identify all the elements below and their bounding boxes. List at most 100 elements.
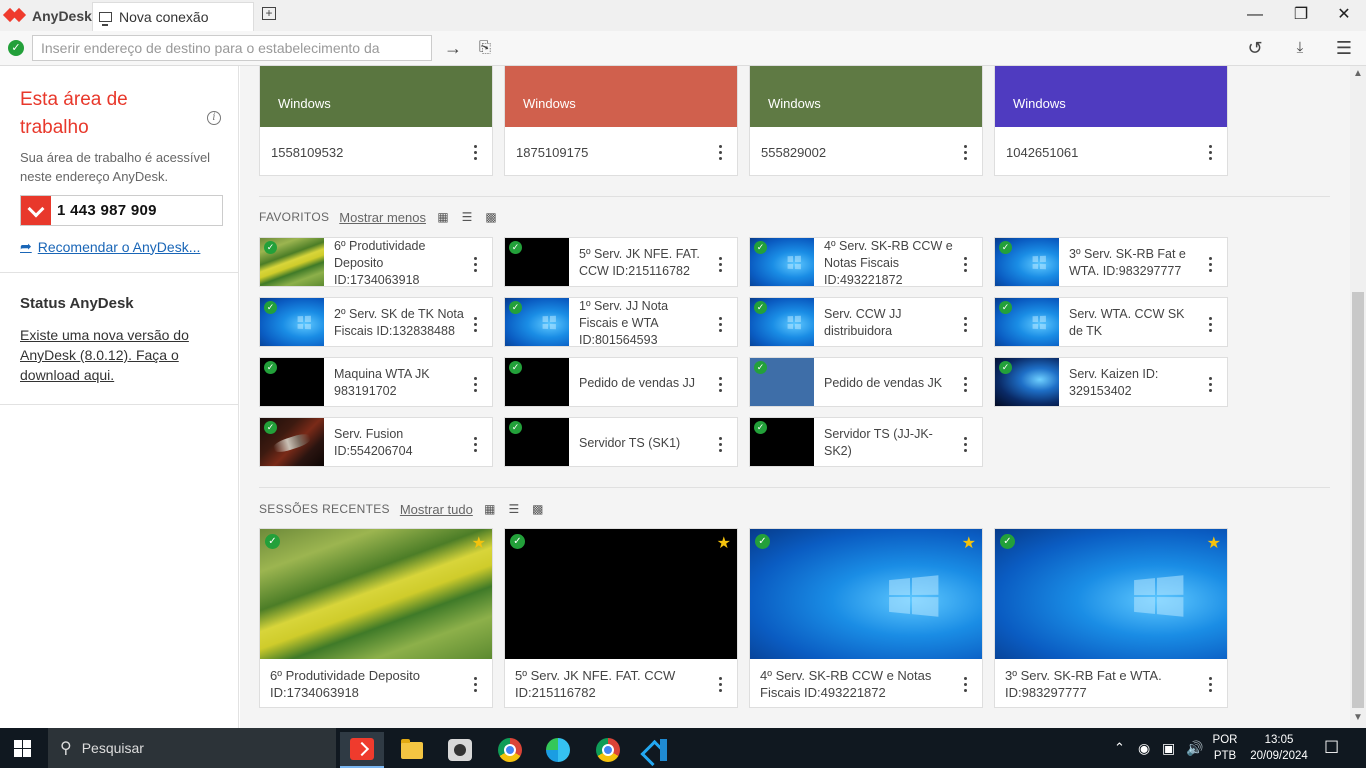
more-options-icon[interactable] (717, 145, 723, 163)
anydesk-taskbar-icon[interactable] (340, 732, 384, 768)
chrome-icon[interactable] (586, 732, 630, 768)
file-explorer-icon[interactable] (390, 732, 434, 768)
favorite-item[interactable]: ✓ Servidor TS (SK1) (504, 417, 738, 467)
more-options-icon[interactable] (1207, 145, 1213, 163)
more-options-icon[interactable] (1207, 317, 1213, 335)
favorite-star-icon[interactable]: ★ (717, 533, 731, 553)
more-options-icon[interactable] (962, 317, 968, 335)
more-options-icon[interactable] (717, 377, 723, 395)
close-button[interactable]: ✕ (1321, 4, 1366, 26)
favorite-item[interactable]: ✓ 4º Serv. SK-RB CCW e Notas Fiscais ID:4… (749, 237, 983, 287)
vscode-icon[interactable] (634, 732, 678, 768)
more-options-icon[interactable] (717, 257, 723, 275)
favorite-item[interactable]: ✓ Serv. Kaizen ID: 329153402 (994, 357, 1228, 407)
more-options-icon[interactable] (1207, 257, 1213, 275)
favorite-item[interactable]: ✓ Serv. CCW JJ distribuidora (749, 297, 983, 347)
update-link[interactable]: Existe uma nova versão do AnyDesk (8.0.1… (20, 325, 210, 385)
clock[interactable]: 13:05 20/09/2024 (1244, 732, 1314, 764)
more-options-icon[interactable] (472, 437, 478, 455)
favorite-item[interactable]: ✓ 1º Serv. JJ Nota Fiscais e WTA ID:80156… (504, 297, 738, 347)
network-icon[interactable]: ▣ (1162, 728, 1175, 768)
scroll-down-icon[interactable]: ▼ (1350, 712, 1366, 726)
tile-view-icon[interactable]: ▩ (531, 502, 545, 516)
favorite-item[interactable]: ✓ Serv. WTA. CCW SK de TK (994, 297, 1228, 347)
menu-icon[interactable]: ☰ (1333, 37, 1355, 59)
list-view-icon[interactable]: ☰ (460, 210, 474, 224)
favorite-item[interactable]: ✓ Servidor TS (JJ-JK-SK2) (749, 417, 983, 467)
favorite-star-icon[interactable]: ★ (962, 533, 976, 553)
info-icon[interactable]: i (207, 111, 221, 125)
download-icon[interactable]: ⤓ (1289, 37, 1311, 59)
recent-toggle-link[interactable]: Mostrar tudo (400, 502, 473, 517)
language-indicator[interactable]: POR PTB (1210, 732, 1240, 764)
recent-session-card[interactable]: ✓ ★ 4º Serv. SK-RB CCW e Notas Fiscais ID:… (749, 528, 983, 708)
favorite-item[interactable]: ✓ 2º Serv. SK de TK Nota Fiscais ID:13283… (259, 297, 493, 347)
file-transfer-icon[interactable]: ⎘ (474, 37, 496, 59)
notifications-icon[interactable]: ☐ (1324, 728, 1339, 768)
more-options-icon[interactable] (962, 677, 968, 695)
scroll-thumb[interactable] (1352, 292, 1364, 708)
history-icon[interactable]: ↺ (1244, 37, 1266, 59)
volume-icon[interactable]: 🔊 (1186, 728, 1203, 768)
more-options-icon[interactable] (472, 677, 478, 695)
workspace-id-box[interactable]: 1 443 987 909 (20, 195, 223, 226)
more-options-icon[interactable] (472, 377, 478, 395)
address-card[interactable]: Windows 1042651061 (994, 66, 1228, 176)
more-options-icon[interactable] (962, 145, 968, 163)
more-options-icon[interactable] (717, 317, 723, 335)
favorites-toggle-link[interactable]: Mostrar menos (339, 210, 426, 225)
favorite-item[interactable]: ✓ Maquina WTA JK 983191702 (259, 357, 493, 407)
meet-icon[interactable]: ◉ (1138, 728, 1150, 768)
favorite-item[interactable]: ✓ 3º Serv. SK-RB Fat e WTA. ID:983297777 (994, 237, 1228, 287)
address-input[interactable] (32, 35, 432, 61)
grid-view-icon[interactable]: ▦ (436, 210, 450, 224)
grid-view-icon[interactable]: ▦ (483, 502, 497, 516)
recommend-link[interactable]: ➦ Recomendar o AnyDesk... (20, 238, 200, 255)
card-footer: 3º Serv. SK-RB Fat e WTA. ID:983297777 (995, 659, 1227, 707)
more-options-icon[interactable] (472, 145, 478, 163)
more-options-icon[interactable] (962, 257, 968, 275)
more-options-icon[interactable] (717, 437, 723, 455)
chrome-icon[interactable] (488, 732, 532, 768)
scrollbar[interactable]: ▲ ▼ (1350, 66, 1366, 728)
favorite-item[interactable]: ✓ Pedido de vendas JK (749, 357, 983, 407)
favorite-item[interactable]: ✓ Serv. Fusion ID:554206704 (259, 417, 493, 467)
card-thumbnail: Windows (260, 66, 492, 127)
camera-app-icon[interactable] (438, 732, 482, 768)
edge-icon[interactable] (536, 732, 580, 768)
more-options-icon[interactable] (472, 257, 478, 275)
anydesk-logo-icon (2, 7, 27, 23)
windows-logo-icon (542, 315, 557, 330)
more-options-icon[interactable] (1207, 677, 1213, 695)
address-card[interactable]: Windows 1558109532 (259, 66, 493, 176)
recent-session-card[interactable]: ✓ ★ 5º Serv. JK NFE. FAT. CCW ID:215116782 (504, 528, 738, 708)
recent-label: SESSÕES RECENTES (259, 502, 390, 516)
tray-chevron-icon[interactable]: ⌃ (1114, 728, 1125, 768)
favorite-star-icon[interactable]: ★ (1207, 533, 1221, 553)
more-options-icon[interactable] (717, 677, 723, 695)
favorite-item[interactable]: ✓ 5º Serv. JK NFE. FAT. CCW ID:215116782 (504, 237, 738, 287)
more-options-icon[interactable] (1207, 377, 1213, 395)
more-options-icon[interactable] (962, 377, 968, 395)
favorite-item[interactable]: ✓ Pedido de vendas JJ (504, 357, 738, 407)
more-options-icon[interactable] (962, 437, 968, 455)
scroll-up-icon[interactable]: ▲ (1350, 68, 1366, 82)
address-card[interactable]: Windows 1875109175 (504, 66, 738, 176)
app-name: AnyDesk (32, 8, 92, 24)
restore-button[interactable]: ❐ (1278, 4, 1324, 26)
connect-arrow-icon[interactable]: → (442, 37, 464, 59)
new-tab-button[interactable]: + (262, 7, 276, 20)
address-card[interactable]: Windows 555829002 (749, 66, 983, 176)
recent-session-card[interactable]: ✓ ★ 3º Serv. SK-RB Fat e WTA. ID:983297777 (994, 528, 1228, 708)
more-options-icon[interactable] (472, 317, 478, 335)
recent-session-card[interactable]: ✓ ★ 6º Produtividade Deposito ID:173406391… (259, 528, 493, 708)
taskbar-search[interactable]: ⚲ Pesquisar (48, 728, 336, 768)
card-id: 1042651061 (1006, 145, 1079, 160)
favorite-item[interactable]: ✓ 6º Produtividade Deposito ID:1734063918 (259, 237, 493, 287)
favorite-star-icon[interactable]: ★ (472, 533, 486, 553)
list-view-icon[interactable]: ☰ (507, 502, 521, 516)
windows-start-icon[interactable] (14, 740, 31, 757)
tab-nova-conexao[interactable]: Nova conexão (92, 2, 254, 31)
minimize-button[interactable]: — (1232, 4, 1278, 26)
tile-view-icon[interactable]: ▩ (484, 210, 498, 224)
